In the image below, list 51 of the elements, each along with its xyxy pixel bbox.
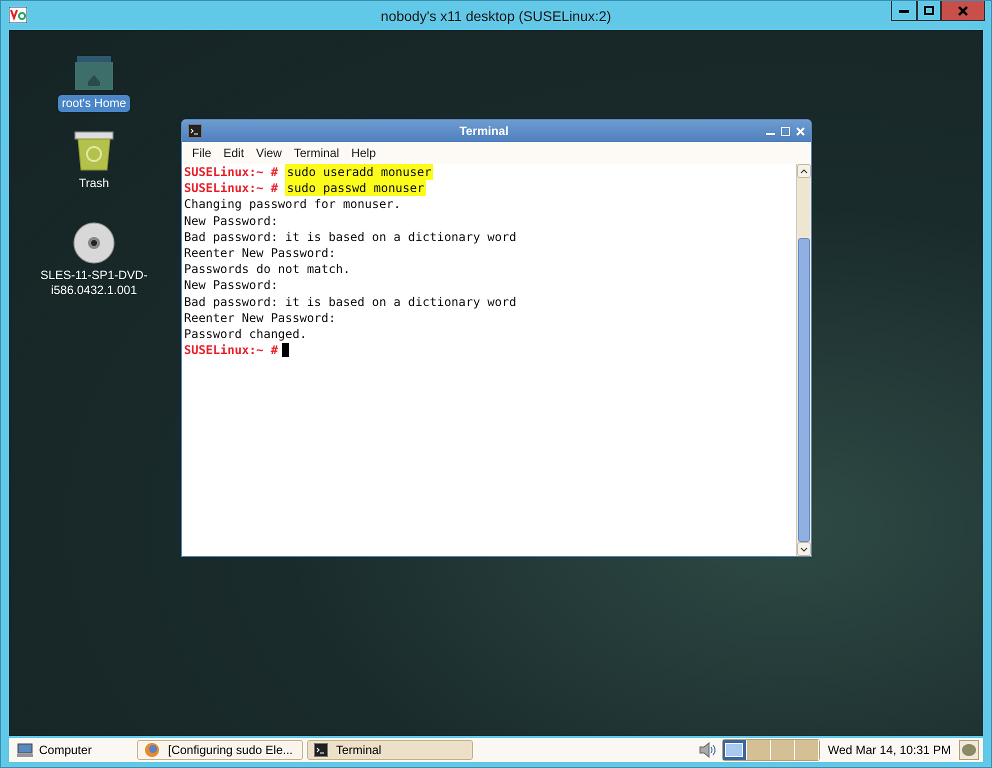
chevron-up-icon[interactable] xyxy=(800,168,808,174)
menu-item[interactable]: File xyxy=(186,144,218,162)
app-logo-icon xyxy=(9,7,27,23)
output-line: Password changed. xyxy=(184,326,307,342)
shell-prompt: SUSELinux:~ # xyxy=(184,164,278,180)
shell-prompt: SUSELinux:~ # xyxy=(184,180,278,196)
menu-item[interactable]: View xyxy=(250,144,288,162)
maximize-button[interactable] xyxy=(917,1,941,21)
command-text: sudo useradd monuser xyxy=(284,164,434,180)
chevron-down-icon[interactable] xyxy=(800,546,808,552)
speaker-icon[interactable] xyxy=(698,742,718,758)
desktop-icon-label[interactable]: root's Home xyxy=(58,95,130,112)
taskbar-task[interactable]: Terminal xyxy=(307,740,473,760)
close-icon xyxy=(958,6,968,16)
network-icon[interactable] xyxy=(959,740,979,760)
terminal-title: Terminal xyxy=(458,124,510,138)
maximize-icon[interactable] xyxy=(781,126,790,136)
window-title: nobody's x11 desktop (SUSELinux:2) xyxy=(380,8,612,24)
output-line: Reenter New Password: xyxy=(184,310,336,326)
output-line: Reenter New Password: xyxy=(184,245,336,262)
clock: Wed Mar 14, 10:31 PM xyxy=(828,743,951,757)
menu-item[interactable]: Terminal xyxy=(288,144,346,162)
computer-menu-button[interactable]: Computer xyxy=(13,743,133,757)
shell-prompt: SUSELinux:~ # xyxy=(184,342,278,358)
disc-icon[interactable] xyxy=(73,222,115,264)
menu-item[interactable]: Help xyxy=(345,144,382,162)
folder-icon[interactable] xyxy=(74,54,114,92)
workspace-switcher[interactable] xyxy=(722,739,820,761)
trash-icon[interactable] xyxy=(73,130,115,172)
command-text: sudo passwd monuser xyxy=(284,180,426,196)
desktop-icon-label[interactable]: Trash xyxy=(74,175,114,192)
output-line: Bad password: it is based on a dictionary word xyxy=(184,228,516,246)
terminal-icon xyxy=(188,124,202,138)
output-line: Passwords do not match. xyxy=(184,261,350,278)
scrollbar[interactable] xyxy=(796,164,811,556)
globe-icon xyxy=(144,742,160,758)
maximize-icon xyxy=(924,6,934,15)
output-line: Changing password for monuser. xyxy=(184,196,401,213)
output-line: New Password: xyxy=(184,212,278,229)
output-line: Bad password: it is based on a dictionary word xyxy=(184,294,516,310)
workspace-button[interactable] xyxy=(722,740,747,760)
close-button[interactable] xyxy=(941,1,985,21)
close-icon[interactable] xyxy=(796,126,805,136)
minimize-button[interactable] xyxy=(891,1,917,21)
terminal-icon xyxy=(314,743,328,757)
output-line: New Password: xyxy=(184,277,278,294)
taskbar-task[interactable]: [Configuring sudo Ele... xyxy=(137,740,303,760)
minimize-icon xyxy=(899,8,909,12)
menu-item[interactable]: Edit xyxy=(217,144,250,162)
desktop-icon-label[interactable]: SLES-11-SP1-DVD-i586.0432.1.001 xyxy=(30,267,158,299)
monitor-icon xyxy=(17,743,33,757)
